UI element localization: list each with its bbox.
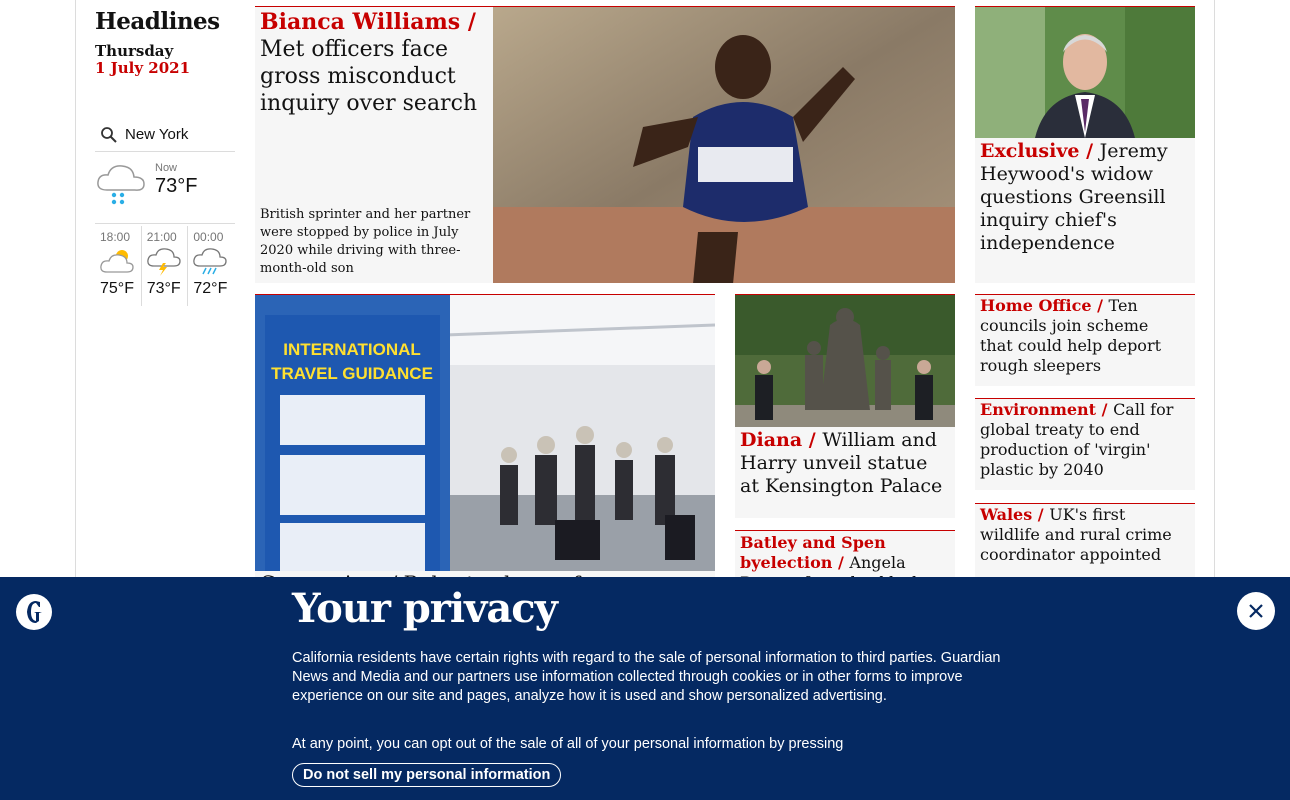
story-headline[interactable]: Diana / William and Harry unveil statue … bbox=[740, 429, 950, 498]
forecast-time: 18:00 bbox=[100, 230, 131, 244]
story-kicker: Home Office bbox=[980, 296, 1092, 315]
rain-icon bbox=[193, 248, 228, 275]
close-button[interactable] bbox=[1237, 592, 1275, 630]
forecast-item: 18:00 75°F bbox=[95, 226, 142, 306]
forecast-temp: 72°F bbox=[193, 280, 228, 297]
close-icon bbox=[1249, 604, 1263, 618]
story-kicker: Wales bbox=[980, 505, 1033, 524]
forecast-item: 00:00 72°F bbox=[188, 226, 235, 306]
guardian-logo-icon bbox=[16, 594, 52, 630]
story-headline[interactable]: Environment / Call for global treaty to … bbox=[980, 400, 1185, 480]
story-kicker: Exclusive bbox=[980, 140, 1080, 162]
story-card-diana[interactable]: Diana / William and Harry unveil statue … bbox=[735, 294, 955, 518]
forecast-time: 21:00 bbox=[146, 230, 177, 244]
search-icon bbox=[101, 126, 117, 143]
forecast-time: 00:00 bbox=[193, 230, 224, 244]
story-headline[interactable]: Exclusive / Jeremy Heywood's widow quest… bbox=[980, 140, 1190, 255]
svg-text:INTERNATIONAL: INTERNATIONAL bbox=[283, 340, 421, 359]
forecast-temp: 73°F bbox=[146, 280, 181, 297]
weather-location[interactable]: New York bbox=[95, 118, 235, 152]
privacy-banner: Your privacy California residents have c… bbox=[0, 577, 1290, 800]
rain-cloud-icon bbox=[97, 165, 145, 205]
privacy-title: Your privacy bbox=[292, 585, 558, 632]
story-card-travel[interactable]: INTERNATIONAL TRAVEL GUIDANCE Coronaviru… bbox=[255, 294, 715, 594]
story-card-greensill[interactable]: Exclusive / Jeremy Heywood's widow quest… bbox=[975, 6, 1195, 283]
location-name: New York bbox=[125, 126, 189, 143]
now-temperature: 73°F bbox=[155, 175, 198, 197]
date: 1 July 2021 bbox=[95, 59, 191, 77]
story-headline[interactable]: Bianca Williams / Met officers face gros… bbox=[260, 9, 490, 117]
story-image-statue[interactable] bbox=[735, 295, 955, 427]
story-card-environment[interactable]: Environment / Call for global treaty to … bbox=[975, 398, 1195, 490]
forecast-item: 21:00 73°F bbox=[142, 226, 189, 306]
section-title: Headlines bbox=[95, 8, 220, 35]
weekday: Thursday bbox=[95, 42, 174, 60]
story-headline[interactable]: Home Office / Ten councils join scheme t… bbox=[980, 296, 1185, 376]
story-kicker: Bianca Williams bbox=[260, 9, 461, 35]
story-image-portrait[interactable] bbox=[975, 7, 1195, 138]
story-title: Met officers face gross misconduct inqui… bbox=[260, 37, 478, 116]
story-kicker: Environment bbox=[980, 400, 1097, 419]
svg-text:TRAVEL GUIDANCE: TRAVEL GUIDANCE bbox=[271, 364, 433, 383]
now-label: Now bbox=[155, 162, 178, 174]
story-standfirst: British sprinter and her partner were st… bbox=[260, 207, 471, 276]
story-card-main[interactable]: Bianca Williams / Met officers face gros… bbox=[255, 6, 955, 283]
do-not-sell-button[interactable]: Do not sell my personal information bbox=[292, 763, 562, 787]
story-headline[interactable]: Wales / UK's first wildlife and rural cr… bbox=[980, 505, 1185, 565]
story-image-airport[interactable]: INTERNATIONAL TRAVEL GUIDANCE bbox=[255, 295, 715, 571]
story-image-sprinter[interactable] bbox=[493, 7, 955, 283]
story-card-home-office[interactable]: Home Office / Ten councils join scheme t… bbox=[975, 294, 1195, 386]
weather-now: Now 73°F bbox=[95, 158, 235, 224]
forecast-temp: 75°F bbox=[100, 280, 134, 297]
partly-cloudy-icon bbox=[100, 250, 134, 273]
forecast: 18:00 75°F 21:00 73°F 00:00 72°F bbox=[95, 226, 235, 306]
story-kicker: Diana bbox=[740, 429, 803, 451]
left-rail: Headlines Thursday 1 July 2021 New York … bbox=[95, 0, 235, 306]
privacy-body-optout: At any point, you can opt out of the sal… bbox=[292, 736, 844, 752]
thunder-icon bbox=[146, 248, 181, 276]
privacy-body: California residents have certain rights… bbox=[292, 650, 1001, 704]
